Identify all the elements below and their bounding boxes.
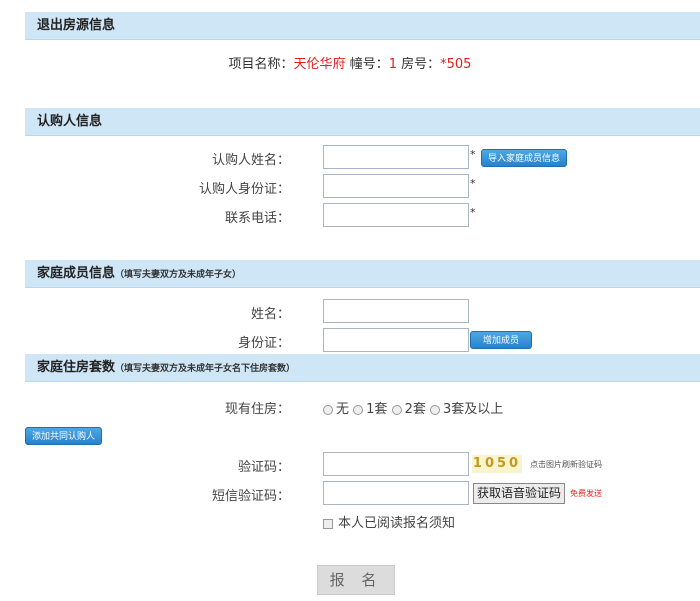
member-name-input[interactable] xyxy=(323,299,469,323)
captcha-label: 验证码： xyxy=(237,460,290,475)
sms-code-input[interactable] xyxy=(323,481,469,505)
project-name-label: 项目名称： xyxy=(228,57,294,72)
buyer-name-input[interactable] xyxy=(323,145,469,169)
project-name-value: 天伦华府 xyxy=(293,57,346,72)
section-header-housing: 家庭住房套数（填写夫妻双方及未成年子女名下住房套数） xyxy=(25,354,700,382)
building-label: 幢号： xyxy=(345,57,389,72)
housing-label: 现有住房： xyxy=(224,402,290,417)
radio-circle-icon[interactable] xyxy=(323,404,333,415)
agree-checkbox[interactable]: 本人已阅读报名须知 xyxy=(323,512,455,531)
get-voice-code-button[interactable]: 获取语音验证码 xyxy=(473,483,565,504)
radio-circle-icon[interactable] xyxy=(391,404,402,415)
section-header-family: 家庭成员信息（填写夫妻双方及未成年子女） xyxy=(25,260,700,288)
room-value: *505 xyxy=(440,57,472,72)
buyer-name-label: 认购人姓名： xyxy=(211,153,290,168)
section-note: （填写夫妻双方及未成年子女） xyxy=(115,270,242,280)
member-name-label: 姓名： xyxy=(250,307,290,322)
member-id-input[interactable] xyxy=(323,328,469,352)
captcha-input[interactable] xyxy=(323,452,469,476)
captcha-image[interactable]: 1050 xyxy=(472,455,522,473)
housing-radio-group: 无 1套 2套 3套及以上 xyxy=(323,398,503,417)
import-family-button[interactable]: 导入家庭成员信息 xyxy=(481,149,568,167)
room-label: 房号： xyxy=(396,57,441,72)
add-cobuyer-button[interactable]: 添加共同认购人 xyxy=(25,427,103,445)
radio-one[interactable]: 1套 xyxy=(353,402,387,417)
checkbox-icon[interactable] xyxy=(323,518,333,529)
required-mark: * xyxy=(470,206,476,219)
sms-code-label: 短信验证码： xyxy=(211,489,290,504)
buyer-id-label: 认购人身份证： xyxy=(198,182,290,197)
member-id-label: 身份证： xyxy=(237,336,290,351)
phone-label: 联系电话： xyxy=(224,211,290,226)
radio-three-plus[interactable]: 3套及以上 xyxy=(430,402,503,417)
project-info: 项目名称：天伦华府 幢号：1 房号：*505 xyxy=(0,53,700,72)
building-value: 1 xyxy=(388,57,397,72)
agree-text: 本人已阅读报名须知 xyxy=(338,516,456,531)
buyer-id-input[interactable] xyxy=(323,174,469,198)
submit-button[interactable]: 报 名 xyxy=(317,565,395,595)
radio-circle-icon[interactable] xyxy=(353,404,364,415)
radio-circle-icon[interactable] xyxy=(430,404,440,415)
section-header-buyer: 认购人信息 xyxy=(25,108,700,136)
section-title: 认购人信息 xyxy=(37,114,103,129)
free-send-text: 免费发送 xyxy=(570,489,602,498)
radio-none[interactable]: 无 xyxy=(323,402,349,417)
radio-two[interactable]: 2套 xyxy=(391,402,426,417)
section-title: 退出房源信息 xyxy=(37,18,116,33)
required-mark: * xyxy=(470,148,476,161)
phone-input[interactable] xyxy=(323,203,469,227)
section-title: 家庭住房套数 xyxy=(37,360,116,375)
required-mark: * xyxy=(470,177,476,190)
section-note: （填写夫妻双方及未成年子女名下住房套数） xyxy=(115,364,296,374)
section-header-exit-housing: 退出房源信息 xyxy=(25,12,700,40)
captcha-hint[interactable]: 点击图片刷新验证码 xyxy=(530,459,602,470)
section-title: 家庭成员信息 xyxy=(37,266,116,281)
add-member-button[interactable]: 增加成员 xyxy=(470,331,532,349)
